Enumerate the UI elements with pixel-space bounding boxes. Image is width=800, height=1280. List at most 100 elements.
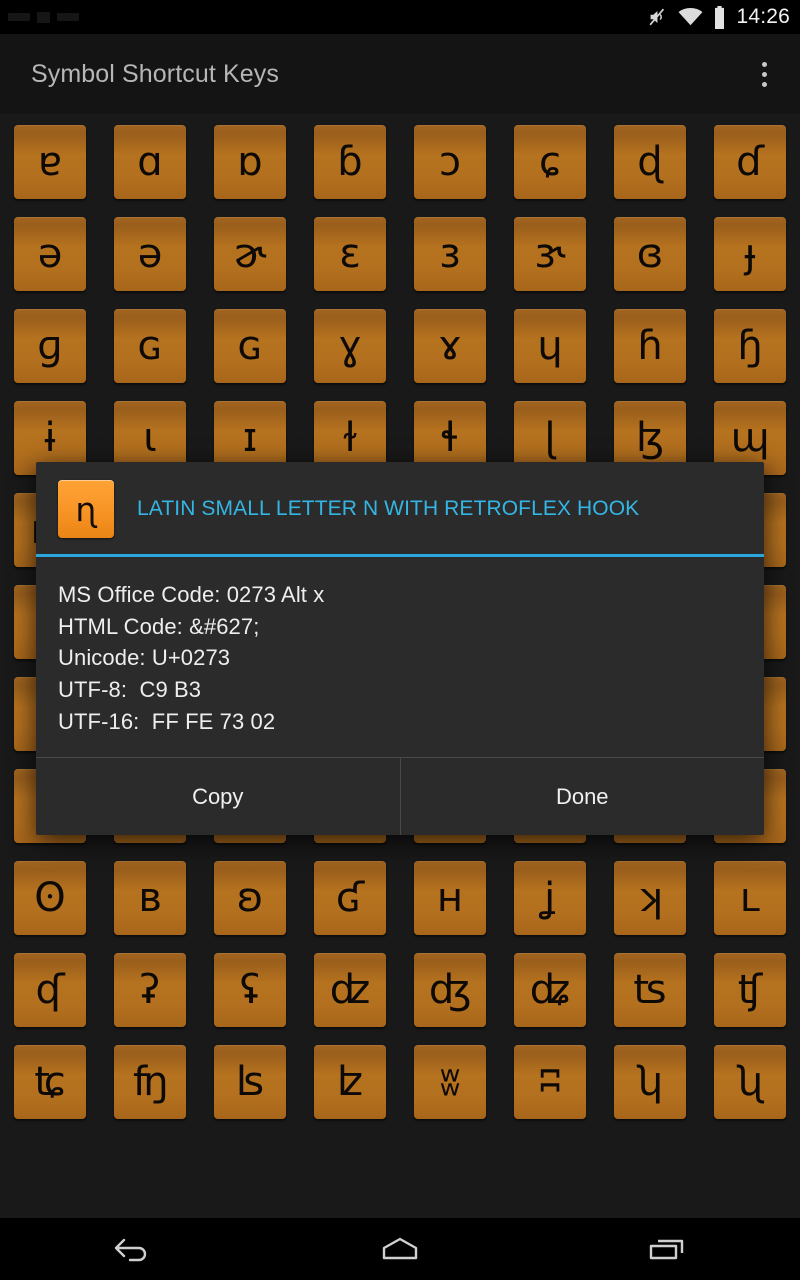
- symbol-cell[interactable]: ʝ: [500, 861, 600, 953]
- symbol-tile[interactable]: ɟ: [714, 217, 786, 291]
- symbol-tile[interactable]: ʭ: [514, 1045, 586, 1119]
- symbol-cell[interactable]: ʢ: [200, 953, 300, 1045]
- symbol-tile[interactable]: ʣ: [314, 953, 386, 1027]
- symbol-cell[interactable]: ʪ: [200, 1045, 300, 1137]
- symbol-tile[interactable]: ɝ: [514, 217, 586, 291]
- symbol-tile[interactable]: ʤ: [414, 953, 486, 1027]
- symbol-cell[interactable]: ʠ: [0, 953, 100, 1045]
- symbol-tile[interactable]: ɗ: [714, 125, 786, 199]
- symbol-tile[interactable]: ʛ: [314, 861, 386, 935]
- symbol-tile[interactable]: ɒ: [214, 125, 286, 199]
- symbol-tile[interactable]: ɢ: [214, 309, 286, 383]
- symbol-cell[interactable]: ʥ: [500, 953, 600, 1045]
- symbol-cell[interactable]: ɛ: [300, 217, 400, 309]
- symbol-cell[interactable]: ɗ: [700, 125, 800, 217]
- symbol-cell[interactable]: ɧ: [700, 309, 800, 401]
- symbol-tile[interactable]: ʬ: [414, 1045, 486, 1119]
- symbol-cell[interactable]: ʮ: [600, 1045, 700, 1137]
- symbol-cell[interactable]: ʨ: [0, 1045, 100, 1137]
- symbol-cell[interactable]: ʯ: [700, 1045, 800, 1137]
- symbol-tile[interactable]: ɣ: [314, 309, 386, 383]
- symbol-cell[interactable]: ɓ: [300, 125, 400, 217]
- symbol-tile[interactable]: ʫ: [314, 1045, 386, 1119]
- symbol-tile[interactable]: ɧ: [714, 309, 786, 383]
- symbol-cell[interactable]: ɥ: [500, 309, 600, 401]
- symbol-tile[interactable]: ɛ: [314, 217, 386, 291]
- recents-button[interactable]: [607, 1218, 727, 1280]
- symbol-cell[interactable]: ʘ: [0, 861, 100, 953]
- symbol-tile[interactable]: ʞ: [614, 861, 686, 935]
- symbol-cell[interactable]: ɑ: [100, 125, 200, 217]
- symbol-cell[interactable]: ʫ: [300, 1045, 400, 1137]
- symbol-cell[interactable]: ɢ: [100, 309, 200, 401]
- symbol-tile[interactable]: ʦ: [614, 953, 686, 1027]
- symbol-cell[interactable]: ɤ: [400, 309, 500, 401]
- symbol-cell[interactable]: ɔ: [400, 125, 500, 217]
- symbol-tile[interactable]: ɑ: [114, 125, 186, 199]
- symbol-cell[interactable]: ɝ: [500, 217, 600, 309]
- symbol-tile[interactable]: ɖ: [614, 125, 686, 199]
- symbol-tile[interactable]: ɚ: [214, 217, 286, 291]
- symbol-cell[interactable]: ʤ: [400, 953, 500, 1045]
- symbol-cell[interactable]: ʭ: [500, 1045, 600, 1137]
- symbol-tile[interactable]: ɢ: [114, 309, 186, 383]
- symbol-tile[interactable]: ʠ: [14, 953, 86, 1027]
- symbol-cell[interactable]: ʬ: [400, 1045, 500, 1137]
- symbol-tile[interactable]: ʥ: [514, 953, 586, 1027]
- symbol-cell[interactable]: ɢ: [200, 309, 300, 401]
- symbol-tile[interactable]: ʟ: [714, 861, 786, 935]
- symbol-cell[interactable]: ʧ: [700, 953, 800, 1045]
- symbol-tile[interactable]: ʢ: [214, 953, 286, 1027]
- symbol-cell[interactable]: ɟ: [700, 217, 800, 309]
- symbol-tile[interactable]: ǝ: [14, 217, 86, 291]
- symbol-tile[interactable]: ʮ: [614, 1045, 686, 1119]
- symbol-tile[interactable]: ʘ: [14, 861, 86, 935]
- overflow-menu-button[interactable]: [728, 34, 800, 114]
- symbol-cell[interactable]: ɣ: [300, 309, 400, 401]
- symbol-tile[interactable]: ʝ: [514, 861, 586, 935]
- symbol-cell[interactable]: ʚ: [200, 861, 300, 953]
- symbol-cell[interactable]: ʟ: [700, 861, 800, 953]
- symbol-cell[interactable]: ɒ: [200, 125, 300, 217]
- symbol-tile[interactable]: ʯ: [714, 1045, 786, 1119]
- symbol-tile[interactable]: ɐ: [14, 125, 86, 199]
- symbol-tile[interactable]: ɤ: [414, 309, 486, 383]
- symbol-tile[interactable]: ɞ: [614, 217, 686, 291]
- back-button[interactable]: [73, 1218, 193, 1280]
- home-button[interactable]: [340, 1218, 460, 1280]
- symbol-tile[interactable]: ʨ: [14, 1045, 86, 1119]
- symbol-tile[interactable]: ʚ: [214, 861, 286, 935]
- symbol-tile[interactable]: ʡ: [114, 953, 186, 1027]
- symbol-tile[interactable]: ə: [114, 217, 186, 291]
- symbol-cell[interactable]: ʛ: [300, 861, 400, 953]
- symbol-tile[interactable]: ɦ: [614, 309, 686, 383]
- copy-button[interactable]: Copy: [36, 758, 400, 835]
- symbol-cell[interactable]: ɜ: [400, 217, 500, 309]
- symbol-tile[interactable]: ʜ: [414, 861, 486, 935]
- symbol-tile[interactable]: ɓ: [314, 125, 386, 199]
- symbol-cell[interactable]: ɚ: [200, 217, 300, 309]
- symbol-cell[interactable]: ʜ: [400, 861, 500, 953]
- symbol-cell[interactable]: ɕ: [500, 125, 600, 217]
- symbol-tile[interactable]: ɔ: [414, 125, 486, 199]
- symbol-cell[interactable]: ʡ: [100, 953, 200, 1045]
- symbol-tile[interactable]: ɥ: [514, 309, 586, 383]
- symbol-cell[interactable]: ʙ: [100, 861, 200, 953]
- symbol-cell[interactable]: ɞ: [600, 217, 700, 309]
- symbol-cell[interactable]: ɦ: [600, 309, 700, 401]
- symbol-cell[interactable]: ɐ: [0, 125, 100, 217]
- symbol-tile[interactable]: ʪ: [214, 1045, 286, 1119]
- symbol-cell[interactable]: ʦ: [600, 953, 700, 1045]
- symbol-cell[interactable]: ʩ: [100, 1045, 200, 1137]
- symbol-tile[interactable]: ɕ: [514, 125, 586, 199]
- symbol-tile[interactable]: ɡ: [14, 309, 86, 383]
- symbol-tile[interactable]: ʩ: [114, 1045, 186, 1119]
- symbol-tile[interactable]: ɜ: [414, 217, 486, 291]
- done-button[interactable]: Done: [401, 758, 765, 835]
- symbol-cell[interactable]: ʣ: [300, 953, 400, 1045]
- symbol-tile[interactable]: ʧ: [714, 953, 786, 1027]
- symbol-cell[interactable]: ə: [100, 217, 200, 309]
- symbol-tile[interactable]: ʙ: [114, 861, 186, 935]
- symbol-cell[interactable]: ǝ: [0, 217, 100, 309]
- symbol-cell[interactable]: ʞ: [600, 861, 700, 953]
